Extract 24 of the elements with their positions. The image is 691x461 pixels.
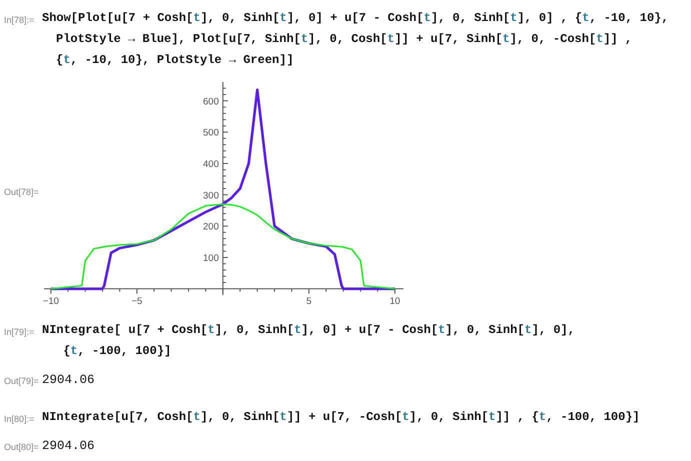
tick-label: −5 [131,296,142,306]
input-label: In[79]:= [3,326,36,339]
code-line: {t, -100, 100}] [62,343,172,360]
tick-label: 5 [306,296,312,306]
code-line: Show[Plot[u[7 + Cosh[t], 0, Sinh[t], 0] + u[7 - Cosh[t], 0, Sinh[t], 0] , {t, -10, 10}, [42,10,669,27]
output-label: Out[78]= [3,186,40,200]
input-label: In[80]:= [3,413,36,426]
input-label: In[78]:= [3,14,36,27]
tick-label: 200 [203,222,219,233]
output-value: 2904.06 [42,372,95,389]
tick-label: 100 [203,252,219,264]
output-label: Out[80]= [3,441,40,454]
output-value: 2904.06 [42,438,95,455]
code-line: PlotStyle → Blue], Plot[u[7, Sinh[t], 0, Cosh[t]] + u[7, Sinh[t], 0, -Cosh[t]] , [55,31,634,48]
tick-label: 400 [203,158,219,170]
tick-label: 600 [203,96,219,108]
tick-label: −10 [42,296,59,306]
code-line: {t, -10, 10}, PlotStyle → Green]] [55,52,295,69]
code-line: NIntegrate[ u[7 + Cosh[t], 0, Sinh[t], 0] + u[7 - Cosh[t], 0, Sinh[t], 0], [42,322,575,339]
tick-label: 300 [203,190,219,202]
output-label: Out[79]= [3,375,40,388]
tick-label: 500 [203,128,219,139]
tick-label: 10 [390,296,400,306]
code-line: NIntegrate[u[7, Cosh[t], 0, Sinh[t]] + u[7, -Cosh[t], 0, Sinh[t]] , {t, -100, 100}] [42,409,640,426]
